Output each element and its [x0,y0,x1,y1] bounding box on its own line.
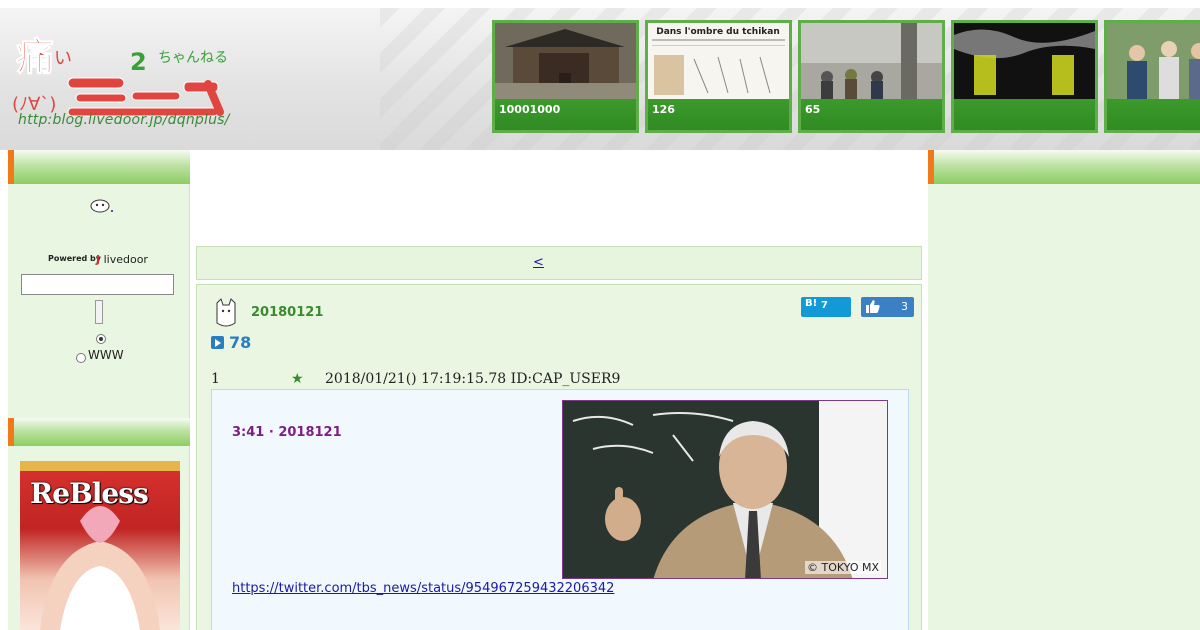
thumbnail-bar [954,99,1095,130]
sidebar-header [928,150,1200,184]
search-input[interactable] [21,274,174,295]
svg-text:ちゃんねる: ちゃんねる [158,50,228,66]
thumbnail-item[interactable] [1104,20,1200,133]
quote-title: 3:41 · 2018121 [232,425,342,440]
like-button[interactable]: 3 [861,297,914,317]
logo-url: http:blog.livedoor.jp/dqnplus/ [18,112,230,128]
comment-icon [211,336,224,349]
cat-icon [216,298,236,327]
livedoor-logo[interactable]: J livedoor [96,253,148,266]
prev-article-link[interactable]: < [533,255,544,270]
thumbnail-strip: 10001000 Dans l'ombre du tchikan 126 65 [492,20,1200,142]
street-photo [801,23,942,99]
main-content: < 20180121 B! 7 3 78 1 ★ 2018/01/21() 17:… [190,150,928,630]
svg-text:Dans l'ombre du tchikan: Dans l'ombre du tchikan [656,27,780,37]
res-number: 1 [211,371,220,387]
sidebar-header [8,418,190,446]
svg-text:痛: 痛 [16,35,54,79]
like-count: 3 [901,300,908,313]
comment-count-link[interactable]: 78 [229,333,251,352]
sidebar-header [8,150,190,184]
ad-banner[interactable]: ReBless [20,461,180,630]
powered-by-label: Powered by [48,254,101,263]
thumbnail-count: 126 [652,103,675,116]
right-sidebar [928,150,1200,630]
svg-text:2: 2 [130,48,147,76]
thumbnail-item[interactable]: 10001000 [492,20,639,133]
document-title: Dans l'ombre du tchikan [656,27,780,37]
search-button[interactable] [95,300,103,324]
news-photo[interactable]: © TOKYO MX [562,400,888,579]
poster-photo [954,23,1095,99]
thumbs-up-icon [866,300,880,313]
article-date: 20180121 [251,305,324,320]
teacher-photo [563,401,887,578]
radio-label-www: WWW [88,348,124,362]
search-scope-radio-www[interactable] [76,353,86,363]
thumbnail-count: 65 [805,103,821,116]
face-icon [90,199,113,213]
search-scope-radio-blog[interactable] [96,334,106,344]
thumbnail-bar [1107,99,1200,130]
thumbnail-count: 10001000 [499,103,561,116]
tweet-quote: 3:41 · 2018121 © TOKYO MX https://twitte… [211,389,909,630]
thumbnail-item[interactable]: Dans l'ombre du tchikan 126 [645,20,792,133]
site-header: 痛 い 2 ちゃんねる (ﾉ∀`) http:blog.livedoor.jp/… [0,0,1200,150]
temple-photo [495,23,636,99]
family-photo [1107,23,1200,99]
thumbnail-bar [801,99,942,130]
photo-credit: © TOKYO MX [805,561,881,574]
thumbnail-item[interactable] [951,20,1098,133]
tweet-link[interactable]: https://twitter.com/tbs_news/status/9549… [232,581,614,596]
hatena-bookmark-button[interactable]: B! 7 [801,297,851,317]
pager-bar: < [196,246,922,280]
res-header: 1 ★ 2018/01/21() 17:19:15.78 ID:CAP_USER… [211,371,811,387]
thumbnail-item[interactable]: 65 [798,20,945,133]
banner-title: ReBless [30,477,149,510]
article: 20180121 B! 7 3 78 1 ★ 2018/01/21() 17:19… [196,284,922,630]
svg-text:い: い [54,48,72,69]
left-sidebar: Powered by J livedoor WWW ReBless [8,150,190,630]
hatena-count: 7 [821,300,828,311]
res-meta: 2018/01/21() 17:19:15.78 ID:CAP_USER9 [325,371,621,387]
star-icon: ★ [291,371,304,387]
